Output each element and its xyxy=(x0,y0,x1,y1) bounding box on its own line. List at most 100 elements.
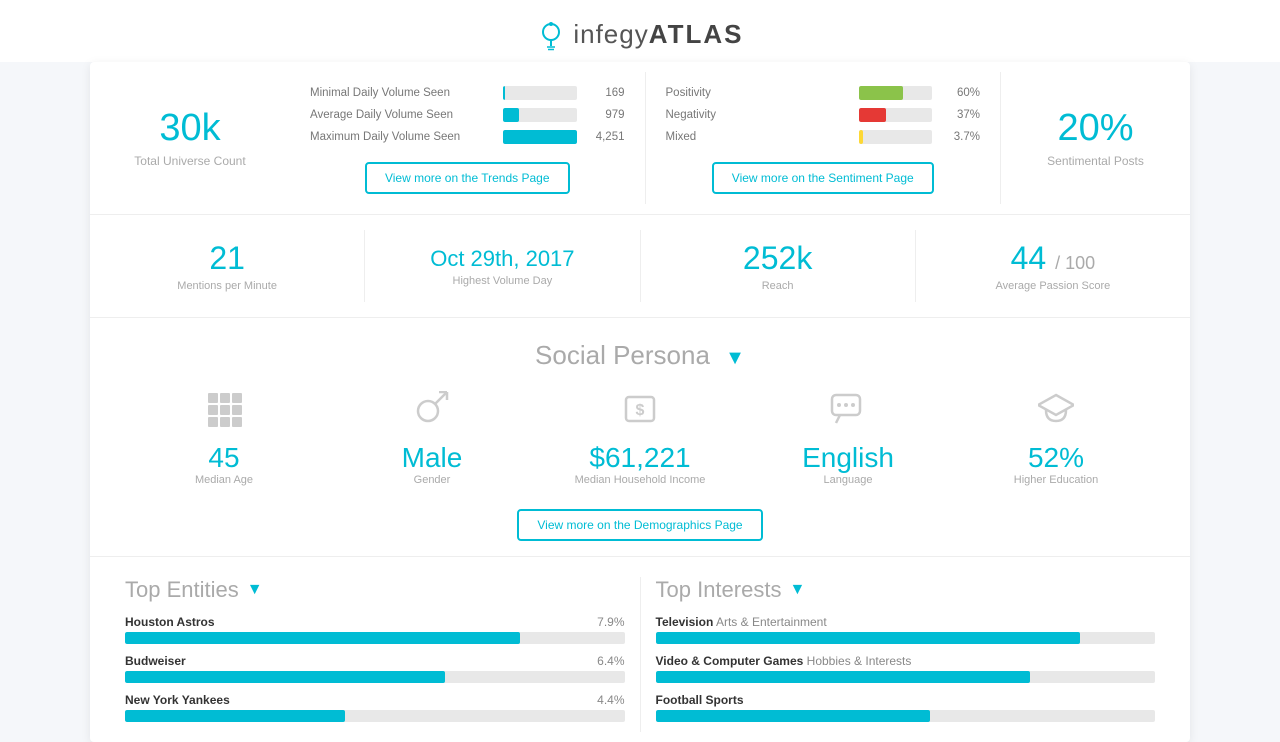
entity-name-1: Houston Astros xyxy=(125,615,215,629)
interests-download-icon[interactable]: ▼ xyxy=(789,581,805,599)
interest-row-1: Television Arts & Entertainment xyxy=(656,615,1156,644)
vol-row-1: Minimal Daily Volume Seen 169 xyxy=(310,86,625,100)
vol-row-2: Average Daily Volume Seen 979 xyxy=(310,108,625,122)
vol-row-3: Maximum Daily Volume Seen 4,251 xyxy=(310,130,625,144)
education-value: 52% xyxy=(952,442,1160,474)
header: infegyATLAS xyxy=(0,0,1280,62)
total-universe-block: 30k Total Universe Count xyxy=(90,72,290,204)
entity-fill-2 xyxy=(125,671,445,683)
second-stats-row: 21 Mentions per Minute Oct 29th, 2017 Hi… xyxy=(90,214,1190,318)
interest-sub-2: Hobbies & Interests xyxy=(807,654,912,668)
mentions-label: Mentions per Minute xyxy=(90,280,364,292)
entity-pct-1: 7.9% xyxy=(597,615,624,629)
sent-fill-2 xyxy=(859,108,886,122)
interest-fill-2 xyxy=(656,671,1031,683)
entity-fill-1 xyxy=(125,632,520,644)
language-block: English Language xyxy=(744,391,952,486)
median-age-label: Median Age xyxy=(120,474,328,486)
svg-text:$: $ xyxy=(636,402,645,419)
logo-infegy: infegy xyxy=(573,19,648,49)
interest-name-1: Television Arts & Entertainment xyxy=(656,615,827,629)
grid-icon xyxy=(120,391,328,436)
sent-label-1: Positivity xyxy=(666,87,851,99)
top-interests-title: Top Interests ▼ xyxy=(656,577,1156,603)
gender-block: Male Gender xyxy=(328,391,536,486)
sentimental-posts-block: 20% Sentimental Posts xyxy=(1000,72,1190,204)
sentimental-posts-label: Sentimental Posts xyxy=(1047,154,1144,168)
sentiment-page-button[interactable]: View more on the Sentiment Page xyxy=(712,162,934,194)
passion-score-block: 44 / 100 Average Passion Score xyxy=(915,230,1190,302)
sent-row-2: Negativity 37% xyxy=(666,108,981,122)
sent-value-1: 60% xyxy=(940,87,980,99)
interest-track-1 xyxy=(656,632,1156,644)
language-value: English xyxy=(744,442,952,474)
vol-value-3: 4,251 xyxy=(585,131,625,143)
passion-label: Average Passion Score xyxy=(916,280,1190,292)
sent-fill-1 xyxy=(859,86,903,100)
median-age-value: 45 xyxy=(120,442,328,474)
demographics-page-button[interactable]: View more on the Demographics Page xyxy=(517,509,762,541)
speech-icon xyxy=(744,391,952,436)
sent-row-1: Positivity 60% xyxy=(666,86,981,100)
interest-name-3: Football Sports xyxy=(656,693,744,707)
sentiment-section: Positivity 60% Negativity 37% Mixed 3.7% xyxy=(645,72,1001,204)
interest-sub-1: Arts & Entertainment xyxy=(716,615,827,629)
graduation-icon xyxy=(952,391,1160,436)
volume-section: Minimal Daily Volume Seen 169 Average Da… xyxy=(290,72,645,204)
sent-value-3: 3.7% xyxy=(940,131,980,143)
gender-value: Male xyxy=(328,442,536,474)
interest-row-3: Football Sports xyxy=(656,693,1156,722)
interest-track-2 xyxy=(656,671,1156,683)
vol-track-1 xyxy=(503,86,577,100)
vol-value-1: 169 xyxy=(585,87,625,99)
trends-page-button[interactable]: View more on the Trends Page xyxy=(365,162,570,194)
highest-volume-label: Highest Volume Day xyxy=(365,275,639,287)
entities-download-icon[interactable]: ▼ xyxy=(247,581,263,599)
income-value: $61,221 xyxy=(536,442,744,474)
top-columns: 30k Total Universe Count Minimal Daily V… xyxy=(90,62,1190,214)
entity-name-2: Budweiser xyxy=(125,654,186,668)
entity-row-3: New York Yankees 4.4% xyxy=(125,693,625,722)
social-persona-download-icon[interactable]: ▼ xyxy=(725,347,745,369)
total-universe-value: 30k xyxy=(159,107,220,150)
male-icon xyxy=(328,391,536,436)
top-interests-section: Top Interests ▼ Television Arts & Entert… xyxy=(640,577,1171,732)
mentions-per-minute-block: 21 Mentions per Minute xyxy=(90,230,364,302)
interest-name-2: Video & Computer Games Hobbies & Interes… xyxy=(656,654,912,668)
median-age-block: 45 Median Age xyxy=(120,391,328,486)
bottom-row: Top Entities ▼ Houston Astros 7.9% Budwe… xyxy=(90,556,1190,742)
entity-pct-3: 4.4% xyxy=(597,693,624,707)
entity-track-2 xyxy=(125,671,625,683)
vol-fill-3 xyxy=(503,130,577,144)
total-universe-label: Total Universe Count xyxy=(134,154,245,168)
income-block: $ $61,221 Median Household Income xyxy=(536,391,744,486)
interest-fill-1 xyxy=(656,632,1081,644)
logo-atlas: ATLAS xyxy=(649,19,744,49)
sent-row-3: Mixed 3.7% xyxy=(666,130,981,144)
sent-track-3 xyxy=(859,130,933,144)
persona-row: 45 Median Age Male Gender $ xyxy=(90,381,1190,491)
top-entities-section: Top Entities ▼ Houston Astros 7.9% Budwe… xyxy=(110,577,640,732)
social-persona-title: Social Persona ▼ xyxy=(90,318,1190,381)
vol-track-3 xyxy=(503,130,577,144)
vol-value-2: 979 xyxy=(585,109,625,121)
passion-value: 44 / 100 xyxy=(916,240,1190,277)
highest-volume-value: Oct 29th, 2017 xyxy=(365,240,639,272)
logo-icon xyxy=(537,20,565,52)
vol-label-2: Average Daily Volume Seen xyxy=(310,109,495,121)
sentimental-posts-value: 20% xyxy=(1057,107,1133,150)
sent-track-2 xyxy=(859,108,933,122)
income-label: Median Household Income xyxy=(536,474,744,486)
entity-name-3: New York Yankees xyxy=(125,693,230,707)
sent-label-2: Negativity xyxy=(666,109,851,121)
vol-fill-1 xyxy=(503,86,505,100)
reach-block: 252k Reach xyxy=(640,230,915,302)
vol-label-3: Maximum Daily Volume Seen xyxy=(310,131,495,143)
mentions-value: 21 xyxy=(90,240,364,277)
reach-value: 252k xyxy=(641,240,915,277)
vol-label-1: Minimal Daily Volume Seen xyxy=(310,87,495,99)
dollar-icon: $ xyxy=(536,391,744,436)
vol-track-2 xyxy=(503,108,577,122)
main-card: 30k Total Universe Count Minimal Daily V… xyxy=(90,62,1190,742)
sent-track-1 xyxy=(859,86,933,100)
